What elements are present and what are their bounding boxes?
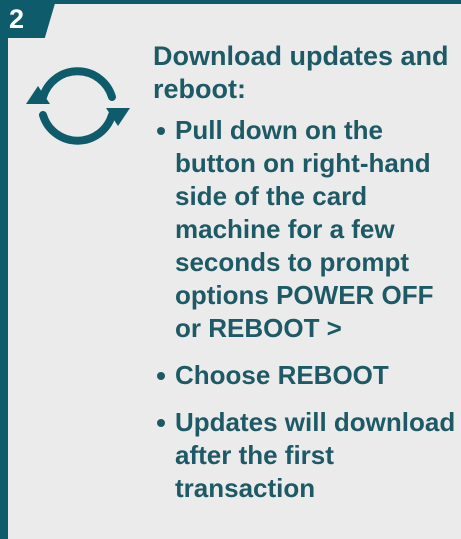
instruction-card: 2 Download updates and reboot: Pull down…: [0, 0, 461, 539]
list-item-text: Choose REBOOT: [175, 360, 389, 390]
bullet-dot: [157, 419, 165, 427]
list-item: Choose REBOOT: [153, 359, 458, 392]
left-accent-bar: [0, 0, 8, 539]
step-number: 2: [9, 4, 25, 34]
top-accent-bar: [0, 0, 461, 4]
list-item-text: Pull down on the button on right-hand si…: [175, 115, 434, 343]
list-item-text: Updates will download after the first tr…: [175, 407, 456, 503]
bullet-dot: [157, 372, 165, 380]
list-item: Updates will download after the first tr…: [153, 406, 458, 505]
refresh-icon: [26, 67, 130, 145]
list-item: Pull down on the button on right-hand si…: [153, 114, 458, 345]
instruction-list: Pull down on the button on right-hand si…: [153, 114, 458, 505]
instruction-content: Download updates and reboot: Pull down o…: [153, 40, 458, 519]
bullet-dot: [157, 127, 165, 135]
instruction-heading: Download updates and reboot:: [153, 41, 449, 104]
